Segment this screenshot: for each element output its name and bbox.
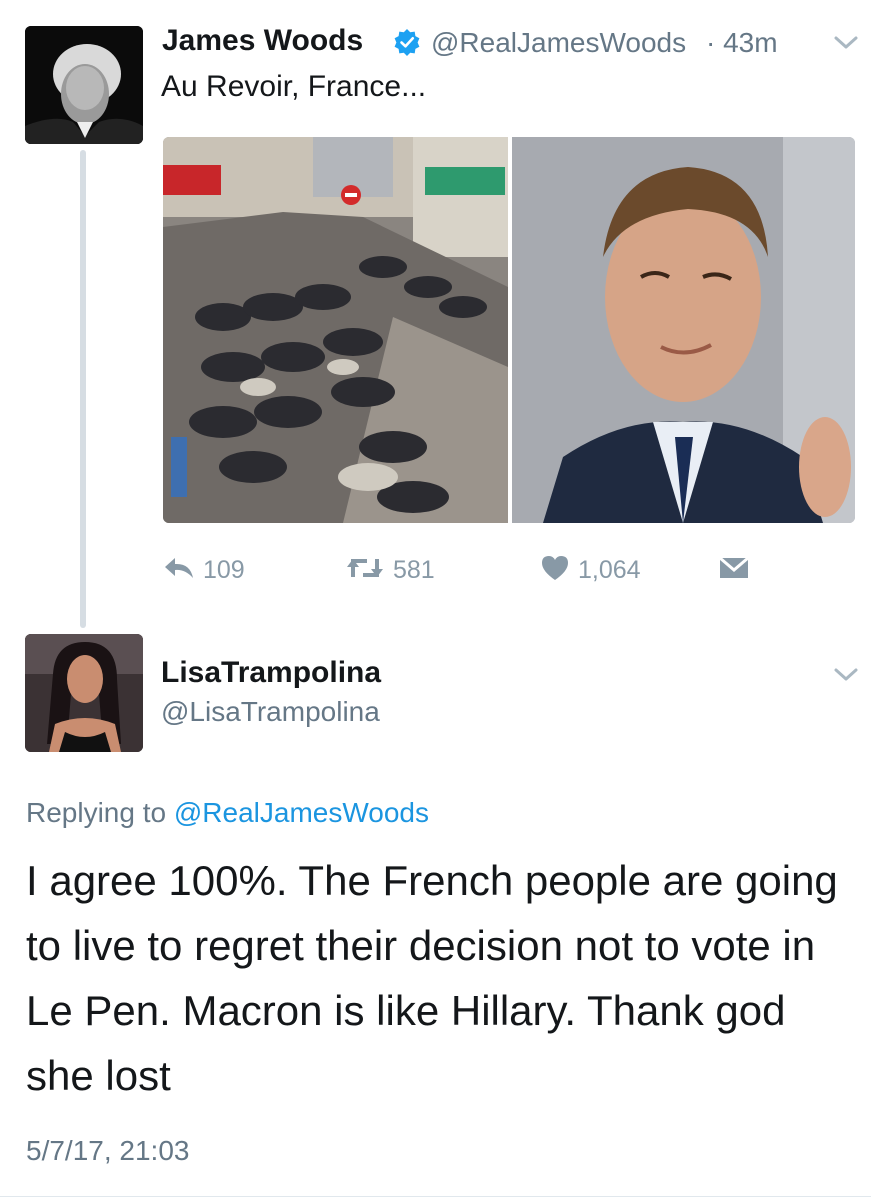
avatar-photo-icon (25, 26, 143, 144)
reply-author-name[interactable]: LisaTrampolina (161, 656, 381, 690)
replying-to-line: Replying to @RealJamesWoods (26, 797, 429, 829)
replying-prefix: Replying to (26, 797, 174, 828)
reply-timestamp[interactable]: 5/7/17, 21:03 (26, 1135, 189, 1167)
avatar-lisa-trampolina[interactable] (25, 634, 143, 752)
heart-icon (540, 554, 570, 587)
reply-count: 109 (203, 555, 245, 584)
avatar-photo-icon (25, 634, 143, 752)
reply-icon (163, 555, 195, 586)
tweet-media-collage[interactable] (163, 137, 855, 523)
replying-to-mention-link[interactable]: @RealJamesWoods (174, 797, 429, 828)
retweet-count: 581 (393, 555, 435, 584)
direct-message-icon (718, 555, 750, 586)
like-count: 1,064 (578, 555, 641, 584)
author-name[interactable]: James Woods (162, 24, 363, 58)
retweet-icon (345, 555, 385, 586)
chevron-down-icon[interactable] (833, 667, 859, 683)
thread-connector-line (80, 150, 86, 628)
retweet-button[interactable]: 581 (345, 553, 435, 587)
chevron-down-icon[interactable] (833, 35, 859, 51)
reply-text: I agree 100%. The French people are goin… (26, 857, 838, 1099)
like-button[interactable]: 1,064 (540, 553, 641, 587)
reply-button[interactable]: 109 (163, 553, 245, 587)
divider (0, 1196, 871, 1197)
tweet-time[interactable]: · 43m (706, 27, 778, 59)
reply-author-handle[interactable]: @LisaTrampolina (161, 696, 380, 728)
verified-badge-icon (393, 28, 421, 56)
avatar-james-woods[interactable] (25, 26, 143, 144)
direct-message-button[interactable] (718, 553, 750, 587)
media-photo-icon (163, 137, 855, 523)
tweet-text: Au Revoir, France... (161, 70, 427, 103)
author-handle[interactable]: @RealJamesWoods (431, 27, 686, 59)
